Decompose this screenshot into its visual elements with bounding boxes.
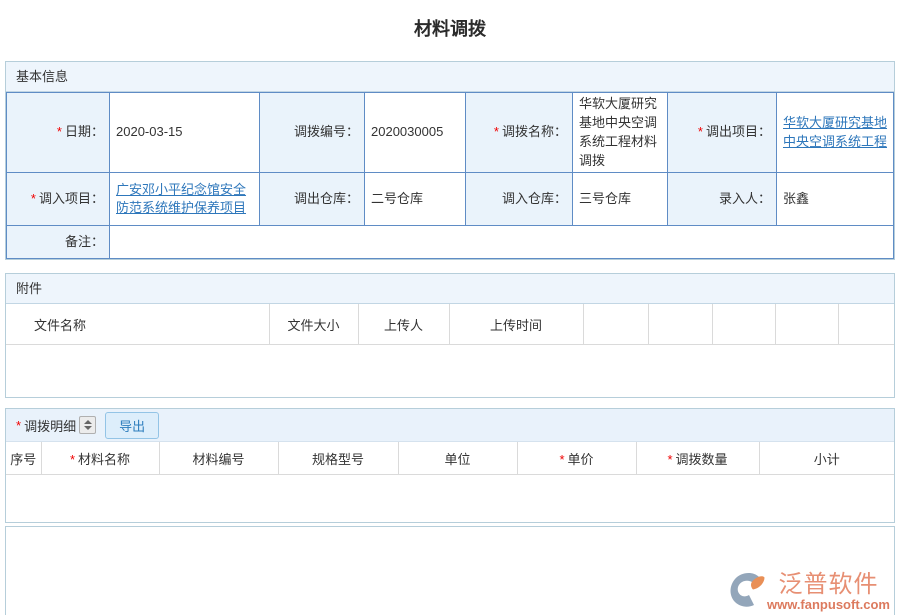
required-mark: *	[698, 124, 703, 139]
basic-info-row-3: 备注：	[7, 226, 894, 259]
col-upload-time: 上传时间	[449, 304, 583, 345]
detail-header-row: 序号 *材料名称 材料编号 规格型号 单位 *单价 *调拨数量 小计	[6, 442, 894, 475]
required-mark: *	[31, 191, 36, 206]
detail-empty-body	[6, 475, 894, 522]
attachments-empty-body	[6, 345, 894, 397]
page-title: 材料调拨	[0, 0, 900, 61]
col-transfer-qty: *调拨数量	[636, 442, 759, 475]
col-empty	[583, 304, 648, 345]
sort-spinner-icon[interactable]	[79, 416, 96, 434]
attachments-section: 附件 文件名称 文件大小 上传人 上传时间	[5, 273, 895, 398]
recorder-value: 张鑫	[777, 173, 894, 226]
transfer-detail-section: * 调拨明细 导出 序号 *材料名称 材料编号 规格型号 单位 *单价 *调拨数…	[5, 408, 895, 523]
source-warehouse-label: 调出仓库：	[260, 173, 365, 226]
vendor-url: www.fanpusoft.com	[767, 597, 890, 613]
basic-info-row-1: *日期： 2020-03-15 调拨编号： 2020030005 *调拨名称： …	[7, 93, 894, 173]
vendor-name: 泛普软件	[767, 572, 890, 597]
sort-down-icon	[84, 426, 92, 430]
transfer-no-label: 调拨编号：	[260, 93, 365, 173]
col-empty	[648, 304, 712, 345]
col-material-no: 材料编号	[159, 442, 278, 475]
transfer-detail-bar: * 调拨明细 导出	[6, 409, 894, 442]
fanpu-logo-icon	[729, 572, 765, 611]
col-empty	[712, 304, 775, 345]
col-seq: 序号	[6, 442, 41, 475]
col-subtotal: 小计	[759, 442, 894, 475]
target-project-cell: 广安邓小平纪念馆安全防范系统维护保养项目	[110, 173, 260, 226]
export-button[interactable]: 导出	[105, 412, 159, 439]
basic-info-header: 基本信息	[6, 62, 894, 92]
source-project-cell: 华软大厦研究基地中央空调系统工程	[777, 93, 894, 173]
recorder-label: 录入人：	[668, 173, 777, 226]
target-warehouse-label: 调入仓库：	[466, 173, 573, 226]
col-spec-model: 规格型号	[278, 442, 398, 475]
target-project-link[interactable]: 广安邓小平纪念馆安全防范系统维护保养项目	[116, 182, 246, 216]
attachments-table: 文件名称 文件大小 上传人 上传时间	[6, 304, 894, 345]
source-warehouse-value: 二号仓库	[365, 173, 466, 226]
basic-info-table: *日期： 2020-03-15 调拨编号： 2020030005 *调拨名称： …	[6, 92, 894, 259]
col-empty	[775, 304, 838, 345]
remark-label: 备注：	[7, 226, 110, 259]
required-mark: *	[70, 452, 75, 467]
target-warehouse-value: 三号仓库	[573, 173, 668, 226]
footer-section: 泛普软件 www.fanpusoft.com	[5, 526, 895, 615]
basic-info-section: 基本信息 *日期： 2020-03-15 调拨编号： 2020030005 *调…	[5, 61, 895, 260]
source-project-label: *调出项目：	[668, 93, 777, 173]
required-mark: *	[559, 452, 564, 467]
required-mark: *	[16, 418, 21, 433]
col-empty	[838, 304, 894, 345]
transfer-name-label: *调拨名称：	[466, 93, 573, 173]
transfer-detail-table: 序号 *材料名称 材料编号 规格型号 单位 *单价 *调拨数量 小计	[6, 442, 894, 475]
col-material-name: *材料名称	[41, 442, 159, 475]
transfer-name-value: 华软大厦研究基地中央空调系统工程材料调拨	[573, 93, 668, 173]
col-uploader: 上传人	[358, 304, 449, 345]
required-mark: *	[57, 124, 62, 139]
col-unit-price: *单价	[517, 442, 636, 475]
date-value: 2020-03-15	[110, 93, 260, 173]
col-unit: 单位	[398, 442, 517, 475]
attachments-header-row: 文件名称 文件大小 上传人 上传时间	[6, 304, 894, 345]
transfer-detail-title: 调拨明细	[24, 416, 76, 435]
required-mark: *	[494, 124, 499, 139]
col-file-name: 文件名称	[6, 304, 269, 345]
target-project-label: *调入项目：	[7, 173, 110, 226]
required-mark: *	[667, 452, 672, 467]
date-label: *日期：	[7, 93, 110, 173]
col-file-size: 文件大小	[269, 304, 358, 345]
attachments-header: 附件	[6, 274, 894, 304]
remark-value	[110, 226, 894, 259]
basic-info-row-2: *调入项目： 广安邓小平纪念馆安全防范系统维护保养项目 调出仓库： 二号仓库 调…	[7, 173, 894, 226]
source-project-link[interactable]: 华软大厦研究基地中央空调系统工程	[783, 115, 887, 149]
vendor-watermark: 泛普软件 www.fanpusoft.com	[729, 572, 890, 613]
transfer-no-value: 2020030005	[365, 93, 466, 173]
sort-up-icon	[84, 420, 92, 424]
